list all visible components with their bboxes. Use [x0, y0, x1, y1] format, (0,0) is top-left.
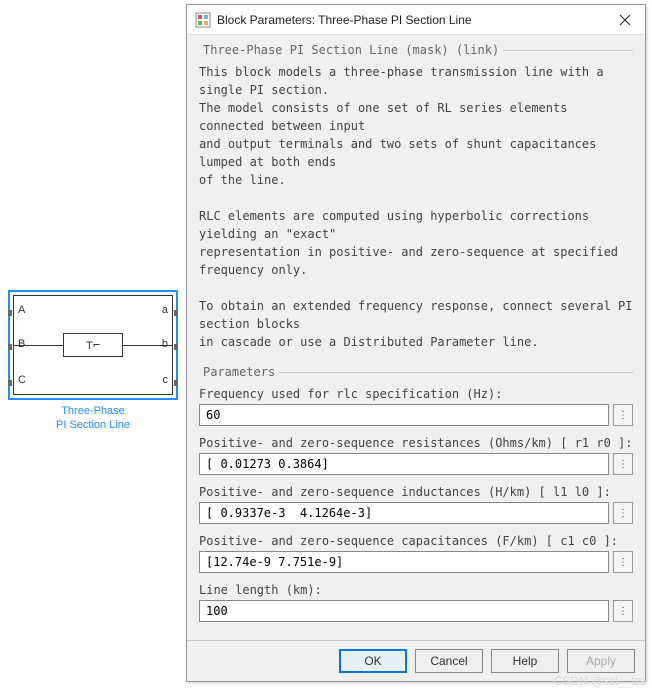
help-button[interactable]: Help: [491, 649, 559, 673]
cancel-button[interactable]: Cancel: [415, 649, 483, 673]
inductance-input[interactable]: [199, 502, 609, 524]
param-frequency: Frequency used for rlc specification (Hz…: [199, 387, 633, 426]
port-stub: [174, 380, 178, 386]
more-button[interactable]: ⋮: [613, 600, 633, 622]
param-label: Positive- and zero-sequence capacitances…: [199, 534, 633, 548]
resistance-input[interactable]: [199, 453, 609, 475]
block-parameters-dialog: Block Parameters: Three-Phase PI Section…: [186, 4, 646, 682]
pi-icon: ⊤⌐: [63, 333, 123, 357]
port-stub: [174, 344, 178, 350]
block-graphic: A B C a b c ⊤⌐: [13, 295, 173, 395]
simulink-block[interactable]: A B C a b c ⊤⌐ Three-Phase PI Section Li…: [8, 290, 178, 433]
capacitance-input[interactable]: [199, 551, 609, 573]
caption-line: Three-Phase: [61, 405, 125, 417]
app-icon: [195, 12, 211, 28]
param-inductance: Positive- and zero-sequence inductances …: [199, 485, 633, 524]
dialog-button-bar: OK Cancel Help Apply: [187, 640, 645, 681]
parameters-group: Parameters Frequency used for rlc specif…: [199, 365, 633, 632]
port-stub: [174, 310, 178, 316]
more-button[interactable]: ⋮: [613, 453, 633, 475]
port-label-b: b: [162, 338, 168, 350]
param-label: Line length (km):: [199, 583, 633, 597]
param-length: Line length (km): ⋮: [199, 583, 633, 622]
port-label-A: A: [18, 304, 25, 316]
param-label: Frequency used for rlc specification (Hz…: [199, 387, 633, 401]
caption-line: PI Section Line: [56, 419, 130, 431]
block-tile[interactable]: A B C a b c ⊤⌐: [8, 290, 178, 400]
port-label-a: a: [162, 304, 168, 316]
port-stub: [8, 380, 12, 386]
more-button[interactable]: ⋮: [613, 404, 633, 426]
port-stub: [8, 310, 12, 316]
param-label: Positive- and zero-sequence resistances …: [199, 436, 633, 450]
port-stub: [8, 344, 12, 350]
close-icon: [619, 14, 631, 26]
more-button[interactable]: ⋮: [613, 551, 633, 573]
mask-legend: Three-Phase PI Section Line (mask) (link…: [199, 43, 503, 57]
port-label-c: c: [163, 374, 169, 386]
apply-button[interactable]: Apply: [567, 649, 635, 673]
titlebar[interactable]: Block Parameters: Three-Phase PI Section…: [187, 5, 645, 35]
length-input[interactable]: [199, 600, 609, 622]
close-button[interactable]: [605, 5, 645, 35]
param-label: Positive- and zero-sequence inductances …: [199, 485, 633, 499]
mask-description-group: Three-Phase PI Section Line (mask) (link…: [199, 43, 633, 359]
block-caption: Three-Phase PI Section Line: [8, 404, 178, 433]
parameters-legend: Parameters: [199, 365, 279, 379]
port-label-B: B: [18, 338, 25, 350]
mask-description: This block models a three-phase transmis…: [199, 63, 633, 351]
frequency-input[interactable]: [199, 404, 609, 426]
param-resistance: Positive- and zero-sequence resistances …: [199, 436, 633, 475]
param-capacitance: Positive- and zero-sequence capacitances…: [199, 534, 633, 573]
port-label-C: C: [18, 374, 26, 386]
ok-button[interactable]: OK: [339, 649, 407, 673]
wire: [14, 345, 64, 346]
wire: [122, 345, 172, 346]
more-button[interactable]: ⋮: [613, 502, 633, 524]
dialog-title: Block Parameters: Three-Phase PI Section…: [217, 13, 605, 27]
dialog-body: Three-Phase PI Section Line (mask) (link…: [187, 35, 645, 640]
